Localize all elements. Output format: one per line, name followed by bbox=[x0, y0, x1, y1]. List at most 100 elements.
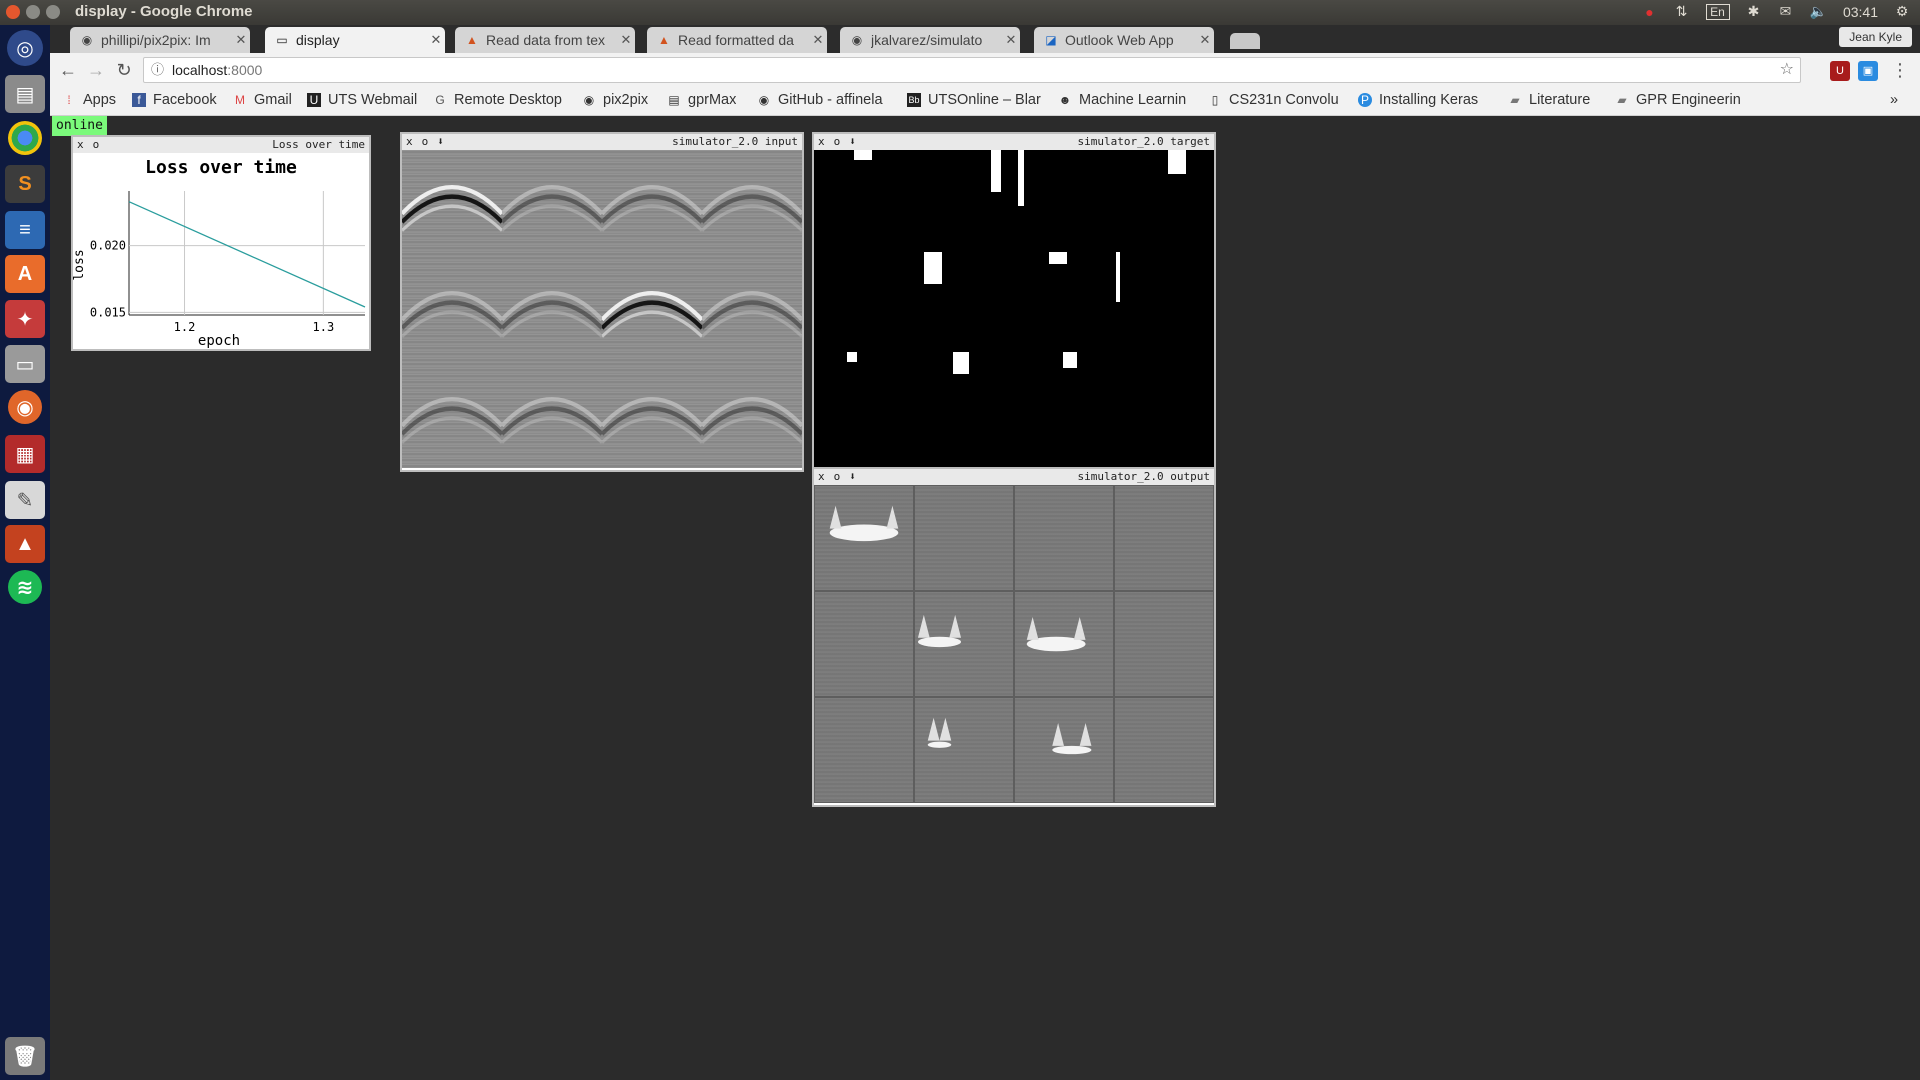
open-panel-button[interactable]: o bbox=[93, 138, 101, 151]
close-panel-button[interactable]: x bbox=[406, 135, 414, 148]
bookmark-label: pix2pix bbox=[603, 92, 649, 108]
close-panel-button[interactable]: x bbox=[818, 135, 826, 148]
spotify-icon[interactable]: ≋ bbox=[8, 570, 42, 604]
panel-controls: xo bbox=[77, 137, 108, 153]
output-image-grid bbox=[814, 485, 1214, 803]
profile-button[interactable]: Jean Kyle bbox=[1839, 27, 1912, 47]
download-icon[interactable]: ⬇ bbox=[437, 135, 445, 148]
reload-button[interactable]: ↻ bbox=[112, 58, 136, 82]
network-icon[interactable]: ⇅ bbox=[1674, 3, 1690, 20]
close-panel-button[interactable]: x bbox=[77, 138, 85, 151]
panel-title: Loss over time bbox=[272, 138, 365, 151]
tab-3[interactable]: ▲ Read formatted da ✕ bbox=[647, 27, 827, 53]
firefox-icon[interactable]: ◉ bbox=[8, 390, 42, 424]
bookmark-uts-webmail[interactable]: U UTS Webmail bbox=[307, 92, 417, 108]
chrome-menu-button[interactable]: ⋮ bbox=[1888, 58, 1912, 82]
download-icon[interactable]: ⬇ bbox=[849, 470, 857, 483]
new-tab-button[interactable] bbox=[1230, 33, 1260, 49]
bluetooth-icon[interactable]: ✱ bbox=[1746, 3, 1762, 20]
bookmark-label: CS231n Convolu bbox=[1229, 92, 1339, 108]
app-grid-icon[interactable]: ▦ bbox=[5, 435, 45, 473]
software-center-icon[interactable]: A bbox=[5, 255, 45, 293]
close-icon[interactable]: ✕ bbox=[1196, 32, 1214, 48]
tab-0[interactable]: ◉ phillipi/pix2pix: Im ✕ bbox=[70, 27, 250, 53]
close-icon[interactable]: ✕ bbox=[1002, 32, 1020, 48]
tab-4[interactable]: ◉ jkalvarez/simulato ✕ bbox=[840, 27, 1020, 53]
window-close-button[interactable] bbox=[6, 5, 20, 19]
window-title: display - Google Chrome bbox=[75, 3, 253, 20]
tab-2[interactable]: ▲ Read data from tex ✕ bbox=[455, 27, 635, 53]
bookmark-label: Remote Desktop bbox=[454, 92, 562, 108]
window-minimize-button[interactable] bbox=[26, 5, 40, 19]
bookmark-literature[interactable]: ▰ Literature bbox=[1508, 92, 1590, 108]
output-tile bbox=[914, 591, 1014, 697]
bookmark-gmail[interactable]: M Gmail bbox=[233, 92, 292, 108]
browser-toolbar: ← → ↻ ⓘ localhost:8000 ☆ U ▣ ⋮ bbox=[50, 53, 1920, 88]
chrome-icon[interactable] bbox=[8, 121, 42, 155]
bookmark-github-affinelayer[interactable]: ◉ GitHub - affinela bbox=[757, 92, 897, 108]
dash-icon[interactable]: ◎ bbox=[7, 30, 43, 66]
gear-icon[interactable]: ⚙ bbox=[1894, 3, 1910, 20]
facebook-icon: f bbox=[132, 93, 146, 107]
writer-icon[interactable]: ≡ bbox=[5, 211, 45, 249]
bookmark-apps[interactable]: ⁞ Apps bbox=[62, 92, 116, 108]
open-panel-button[interactable]: o bbox=[422, 135, 430, 148]
clock[interactable]: 03:41 bbox=[1843, 4, 1878, 20]
loss-panel: xo Loss over time Loss over time loss ep… bbox=[71, 135, 371, 351]
bookmark-label: gprMax bbox=[688, 92, 737, 108]
notification-icon[interactable]: ● bbox=[1642, 4, 1658, 20]
blackboard-icon: Bb bbox=[907, 93, 921, 107]
download-icon[interactable]: ⬇ bbox=[849, 135, 857, 148]
bookmarks-overflow-button[interactable]: » bbox=[1890, 92, 1898, 108]
forward-button[interactable]: → bbox=[84, 58, 108, 82]
drive-icon[interactable]: ▭ bbox=[5, 345, 45, 383]
text-editor-icon[interactable]: ✎ bbox=[5, 481, 45, 519]
close-icon[interactable]: ✕ bbox=[427, 32, 445, 48]
tab-title: phillipi/pix2pix: Im bbox=[101, 32, 211, 48]
back-button[interactable]: ← bbox=[56, 58, 80, 82]
window-maximize-button[interactable] bbox=[46, 5, 60, 19]
matlab-icon: ▲ bbox=[658, 33, 670, 47]
volume-icon[interactable]: 🔈 bbox=[1810, 3, 1827, 20]
bookmark-pix2pix[interactable]: ◉ pix2pix bbox=[582, 92, 648, 108]
tab-5[interactable]: ◪ Outlook Web App ✕ bbox=[1034, 27, 1214, 53]
close-icon[interactable]: ✕ bbox=[232, 32, 250, 48]
panel-controls: x o ⬇ bbox=[818, 134, 865, 150]
bookmark-installing-keras[interactable]: P Installing Keras bbox=[1358, 92, 1498, 108]
status-badge: online bbox=[52, 116, 107, 136]
bookmark-gpr-engineering[interactable]: ▰ GPR Engineerin bbox=[1615, 92, 1760, 108]
bookmark-facebook[interactable]: f Facebook bbox=[132, 92, 217, 108]
matlab-icon[interactable]: ▲ bbox=[5, 525, 45, 563]
bookmark-gprmax[interactable]: ▤ gprMax bbox=[667, 92, 736, 108]
target-object bbox=[1116, 252, 1120, 302]
tab-1[interactable]: ▭ display ✕ bbox=[265, 27, 445, 53]
settings-icon[interactable]: ✦ bbox=[5, 300, 45, 338]
extension-icon[interactable]: ▣ bbox=[1858, 61, 1878, 81]
sublime-icon[interactable]: S bbox=[5, 165, 45, 203]
mail-icon[interactable]: ✉ bbox=[1778, 3, 1794, 20]
github-icon: ◉ bbox=[758, 93, 770, 107]
tab-title: jkalvarez/simulato bbox=[871, 32, 983, 48]
close-panel-button[interactable]: x bbox=[818, 470, 826, 483]
close-icon[interactable]: ✕ bbox=[809, 32, 827, 48]
close-icon[interactable]: ✕ bbox=[617, 32, 635, 48]
open-panel-button[interactable]: o bbox=[834, 135, 842, 148]
gmail-icon: M bbox=[235, 93, 245, 107]
bookmark-utsonline[interactable]: Bb UTSOnline – Blar bbox=[907, 92, 1047, 108]
p-icon: P bbox=[1358, 93, 1372, 107]
keyboard-layout-indicator[interactable]: En bbox=[1705, 3, 1730, 20]
input-tile bbox=[502, 256, 602, 362]
bookmark-cs231n[interactable]: ▯ CS231n Convolu bbox=[1208, 92, 1348, 108]
output-tile bbox=[1114, 697, 1214, 803]
files-icon[interactable]: ▤ bbox=[5, 75, 45, 113]
bookmark-machine-learning[interactable]: ☻ Machine Learnin bbox=[1058, 92, 1198, 108]
info-icon[interactable]: ⓘ bbox=[151, 58, 164, 82]
trash-icon[interactable]: 🗑 bbox=[5, 1037, 45, 1075]
bookmark-star-icon[interactable]: ☆ bbox=[1780, 58, 1794, 82]
output-tile bbox=[814, 697, 914, 803]
open-panel-button[interactable]: o bbox=[834, 470, 842, 483]
top-panel: display - Google Chrome ● ⇅ En ✱ ✉ 🔈 03:… bbox=[0, 0, 1920, 25]
ublock-extension-icon[interactable]: U bbox=[1830, 61, 1850, 81]
bookmark-remote-desktop[interactable]: G Remote Desktop bbox=[433, 92, 562, 108]
address-bar[interactable]: ⓘ localhost:8000 ☆ bbox=[143, 57, 1801, 83]
